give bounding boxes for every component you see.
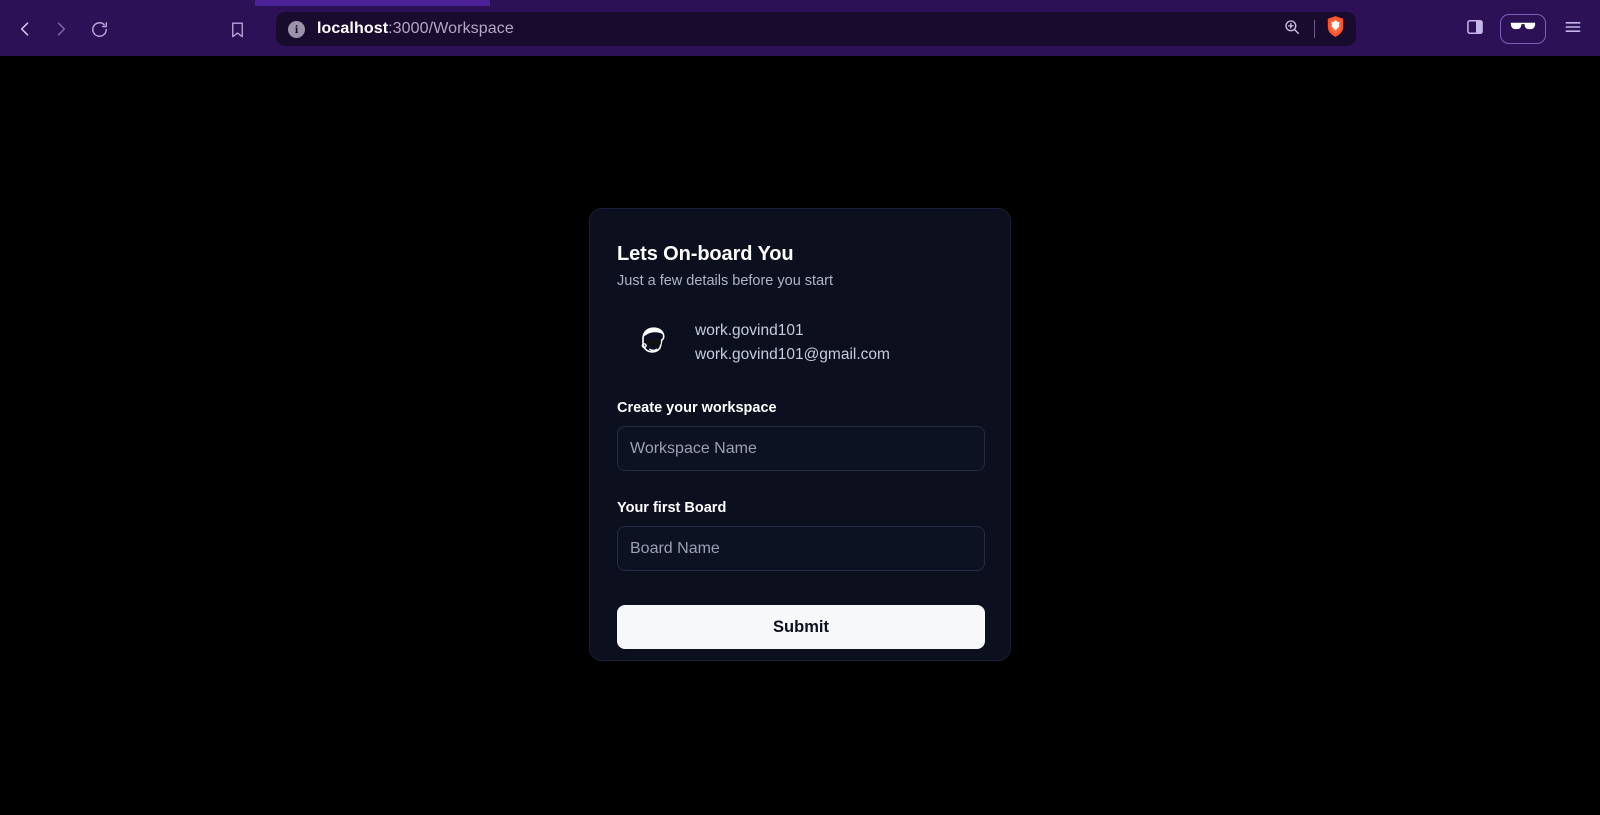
workspace-field-label: Create your workspace [617, 400, 777, 417]
url-path: :3000/Workspace [388, 20, 514, 37]
browser-toolbar: i localhost:3000/Workspace [0, 6, 1600, 52]
page-subtitle: Just a few details before you start [617, 273, 833, 289]
address-bar[interactable]: i localhost:3000/Workspace [276, 12, 1356, 46]
reload-button[interactable] [82, 12, 116, 46]
page-viewport: Lets On-board You Just a few details bef… [0, 56, 1600, 815]
board-field-group: Your first Board [617, 500, 985, 572]
onboarding-card: Lets On-board You Just a few details bef… [589, 208, 1011, 661]
workspace-name-input[interactable] [617, 426, 985, 472]
user-email: work.govind101@gmail.com [695, 345, 890, 363]
submit-button[interactable]: Submit [617, 605, 985, 650]
brave-shield-icon [1325, 15, 1346, 43]
bookmark-button[interactable] [220, 12, 254, 46]
url-text: localhost:3000/Workspace [317, 20, 1279, 38]
user-meta: work.govind101 work.govind101@gmail.com [695, 319, 890, 366]
brave-leo-button[interactable] [1500, 14, 1546, 44]
user-name: work.govind101 [695, 322, 804, 339]
hamburger-menu-icon [1563, 17, 1583, 42]
url-host: localhost [317, 20, 389, 37]
brave-shields-button[interactable] [1324, 15, 1346, 43]
user-identity-row: work.govind101 work.govind101@gmail.com [617, 319, 983, 366]
omnibox-divider [1314, 20, 1315, 38]
zoom-button[interactable] [1279, 16, 1305, 42]
board-name-input[interactable] [617, 526, 985, 572]
sidebar-toggle-button[interactable] [1458, 12, 1492, 46]
chevron-right-icon [51, 19, 71, 39]
forward-button[interactable] [44, 12, 78, 46]
page-title: Lets On-board You [617, 243, 794, 265]
avatar [633, 323, 673, 363]
reload-icon [90, 20, 109, 39]
toolbar-right-actions [1458, 12, 1600, 46]
site-info-icon[interactable]: i [288, 20, 305, 38]
back-button[interactable] [8, 12, 42, 46]
browser-chrome: i localhost:3000/Workspace [0, 0, 1600, 56]
workspace-field-group: Create your workspace [617, 400, 985, 472]
sidebar-panel-icon [1465, 17, 1485, 42]
chevron-left-icon [15, 19, 35, 39]
board-field-label: Your first Board [617, 500, 727, 517]
zoom-in-icon [1283, 18, 1301, 41]
browser-menu-button[interactable] [1556, 12, 1590, 46]
brave-leo-glasses-icon [1510, 20, 1536, 38]
bookmark-icon [228, 20, 247, 39]
user-avatar-icon [633, 320, 673, 365]
